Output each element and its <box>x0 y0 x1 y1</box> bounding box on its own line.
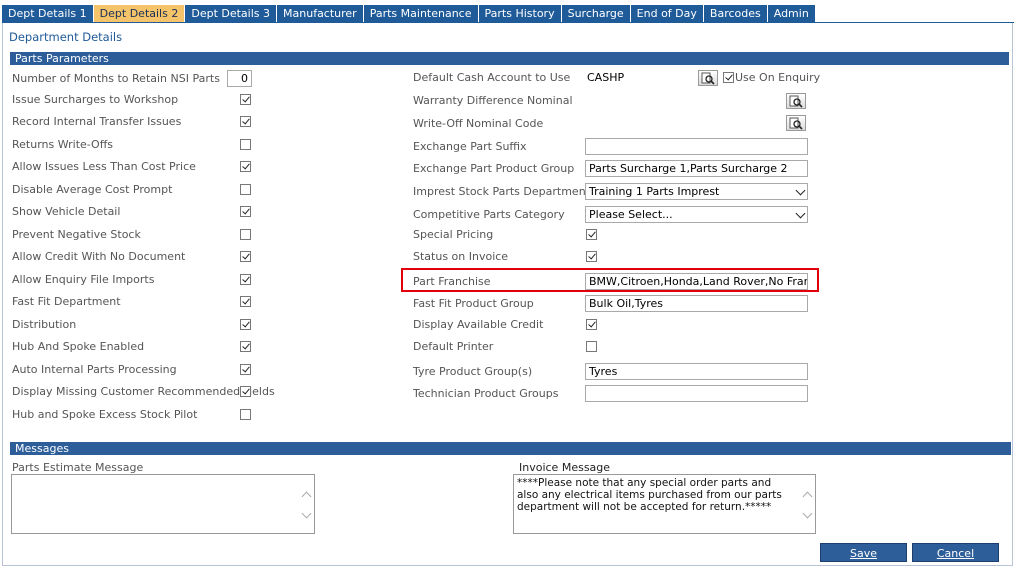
chevron-down-icon <box>795 208 806 219</box>
left-option-label: Record Internal Transfer Issues <box>12 115 182 128</box>
tab-admin[interactable]: Admin <box>767 5 815 22</box>
fast-fit-group-input[interactable]: Bulk Oil,Tyres <box>585 295 808 312</box>
months-retain-label: Number of Months to Retain NSI Parts <box>12 72 220 85</box>
tyre-group-input[interactable]: Tyres <box>585 363 808 380</box>
part-franchise-input[interactable]: BMW,Citroen,Honda,Land Rover,No Franchis… <box>585 273 808 290</box>
tab-dept-details-3[interactable]: Dept Details 3 <box>185 5 277 22</box>
left-option-checkbox[interactable] <box>240 94 251 105</box>
left-option-label: Distribution <box>12 318 77 331</box>
invoice-message-textarea[interactable]: ****Please note that any special order p… <box>513 474 816 534</box>
cash-account-lookup-icon[interactable] <box>698 70 718 86</box>
tab-parts-maintenance[interactable]: Parts Maintenance <box>363 5 478 22</box>
available-credit-label: Display Available Credit <box>413 318 544 331</box>
left-option-label: Allow Issues Less Than Cost Price <box>12 160 196 173</box>
use-on-enquiry-checkbox[interactable] <box>723 72 734 83</box>
competitive-category-select[interactable]: Please Select... <box>585 206 808 223</box>
tab-bar: Dept Details 1 Dept Details 2 Dept Detai… <box>2 5 816 22</box>
scroll-down-icon[interactable] <box>301 508 312 519</box>
messages-header: Messages <box>10 442 1011 455</box>
exchange-suffix-label: Exchange Part Suffix <box>413 140 527 153</box>
tyre-group-label: Tyre Product Group(s) <box>413 365 533 378</box>
left-option-checkbox[interactable] <box>240 251 251 262</box>
status-on-invoice-label: Status on Invoice <box>413 250 509 263</box>
left-option-checkbox[interactable] <box>240 386 251 397</box>
default-printer-label: Default Printer <box>413 340 494 353</box>
scroll-up-icon[interactable] <box>802 491 813 502</box>
left-option-checkbox[interactable] <box>240 139 251 150</box>
left-option-label: Fast Fit Department <box>12 295 121 308</box>
parts-parameters-header: Parts Parameters <box>10 52 1009 65</box>
tab-manufacturer[interactable]: Manufacturer <box>277 5 363 22</box>
page-title: Department Details <box>9 30 123 44</box>
cancel-button[interactable]: Cancel <box>912 543 999 562</box>
imprest-department-label: Imprest Stock Parts Department <box>413 185 590 198</box>
save-button-label: Save <box>849 547 877 560</box>
tab-end-of-day[interactable]: End of Day <box>630 5 703 22</box>
tab-dept-details-1[interactable]: Dept Details 1 <box>2 5 93 22</box>
technician-groups-input[interactable] <box>585 385 808 402</box>
left-option-checkbox[interactable] <box>240 184 251 195</box>
left-option-label: Hub and Spoke Excess Stock Pilot <box>12 408 198 421</box>
tab-parts-history[interactable]: Parts History <box>478 5 561 22</box>
warranty-nominal-label: Warranty Difference Nominal <box>413 94 573 107</box>
special-pricing-label: Special Pricing <box>413 228 494 241</box>
left-option-label: Prevent Negative Stock <box>12 228 141 241</box>
tab-barcodes[interactable]: Barcodes <box>703 5 767 22</box>
left-option-label: Disable Average Cost Prompt <box>12 183 173 196</box>
left-option-label: Show Vehicle Detail <box>12 205 121 218</box>
left-option-label: Auto Internal Parts Processing <box>12 363 177 376</box>
left-option-checkbox[interactable] <box>240 116 251 127</box>
parts-estimate-message-label: Parts Estimate Message <box>12 461 144 474</box>
left-option-checkbox[interactable] <box>240 296 251 307</box>
special-pricing-checkbox[interactable] <box>586 229 597 240</box>
left-option-label: Display Missing Customer Recommended Fie… <box>12 385 275 398</box>
default-cash-account-label: Default Cash Account to Use <box>413 71 571 84</box>
exchange-suffix-input[interactable] <box>585 138 808 155</box>
left-option-checkbox[interactable] <box>240 409 251 420</box>
left-option-checkbox[interactable] <box>240 341 251 352</box>
left-option-label: Allow Enquiry File Imports <box>12 273 155 286</box>
left-option-checkbox[interactable] <box>240 274 251 285</box>
technician-groups-label: Technician Product Groups <box>413 387 559 400</box>
writeoff-nominal-lookup-icon[interactable] <box>786 115 806 131</box>
left-option-checkbox[interactable] <box>240 229 251 240</box>
default-cash-account-value: CASHP <box>587 71 625 84</box>
tab-dept-details-2[interactable]: Dept Details 2 <box>93 5 185 22</box>
left-option-label: Issue Surcharges to Workshop <box>12 93 179 106</box>
writeoff-nominal-label: Write-Off Nominal Code <box>413 117 544 130</box>
left-option-checkbox[interactable] <box>240 364 251 375</box>
left-option-checkbox[interactable] <box>240 206 251 217</box>
default-printer-checkbox[interactable] <box>586 341 597 352</box>
chevron-down-icon <box>795 185 806 196</box>
left-option-checkbox[interactable] <box>240 161 251 172</box>
left-option-label: Allow Credit With No Document <box>12 250 186 263</box>
warranty-nominal-lookup-icon[interactable] <box>786 93 806 109</box>
available-credit-checkbox[interactable] <box>586 319 597 330</box>
part-franchise-label: Part Franchise <box>413 275 491 288</box>
invoice-message-label: Invoice Message <box>519 461 611 474</box>
save-button[interactable]: Save <box>820 543 907 562</box>
use-on-enquiry-label: Use On Enquiry <box>735 71 821 84</box>
exchange-group-input[interactable]: Parts Surcharge 1,Parts Surcharge 2 <box>585 160 808 177</box>
competitive-category-value: Please Select... <box>589 208 673 221</box>
imprest-department-select[interactable]: Training 1 Parts Imprest <box>585 183 808 200</box>
exchange-group-label: Exchange Part Product Group <box>413 162 575 175</box>
months-retain-input[interactable]: 0 <box>227 70 252 87</box>
left-option-label: Returns Write-Offs <box>12 138 114 151</box>
imprest-department-value: Training 1 Parts Imprest <box>589 185 720 198</box>
fast-fit-group-label: Fast Fit Product Group <box>413 297 534 310</box>
left-option-checkbox[interactable] <box>240 319 251 330</box>
parts-estimate-message-textarea[interactable] <box>11 474 315 534</box>
invoice-message-value: ****Please note that any special order p… <box>517 477 782 513</box>
tab-surcharge[interactable]: Surcharge <box>561 5 630 22</box>
scroll-up-icon[interactable] <box>301 491 312 502</box>
cancel-button-label: Cancel <box>936 547 975 560</box>
scroll-down-icon[interactable] <box>802 508 813 519</box>
status-on-invoice-checkbox[interactable] <box>586 251 597 262</box>
competitive-category-label: Competitive Parts Category <box>413 208 565 221</box>
left-option-label: Hub And Spoke Enabled <box>12 340 145 353</box>
